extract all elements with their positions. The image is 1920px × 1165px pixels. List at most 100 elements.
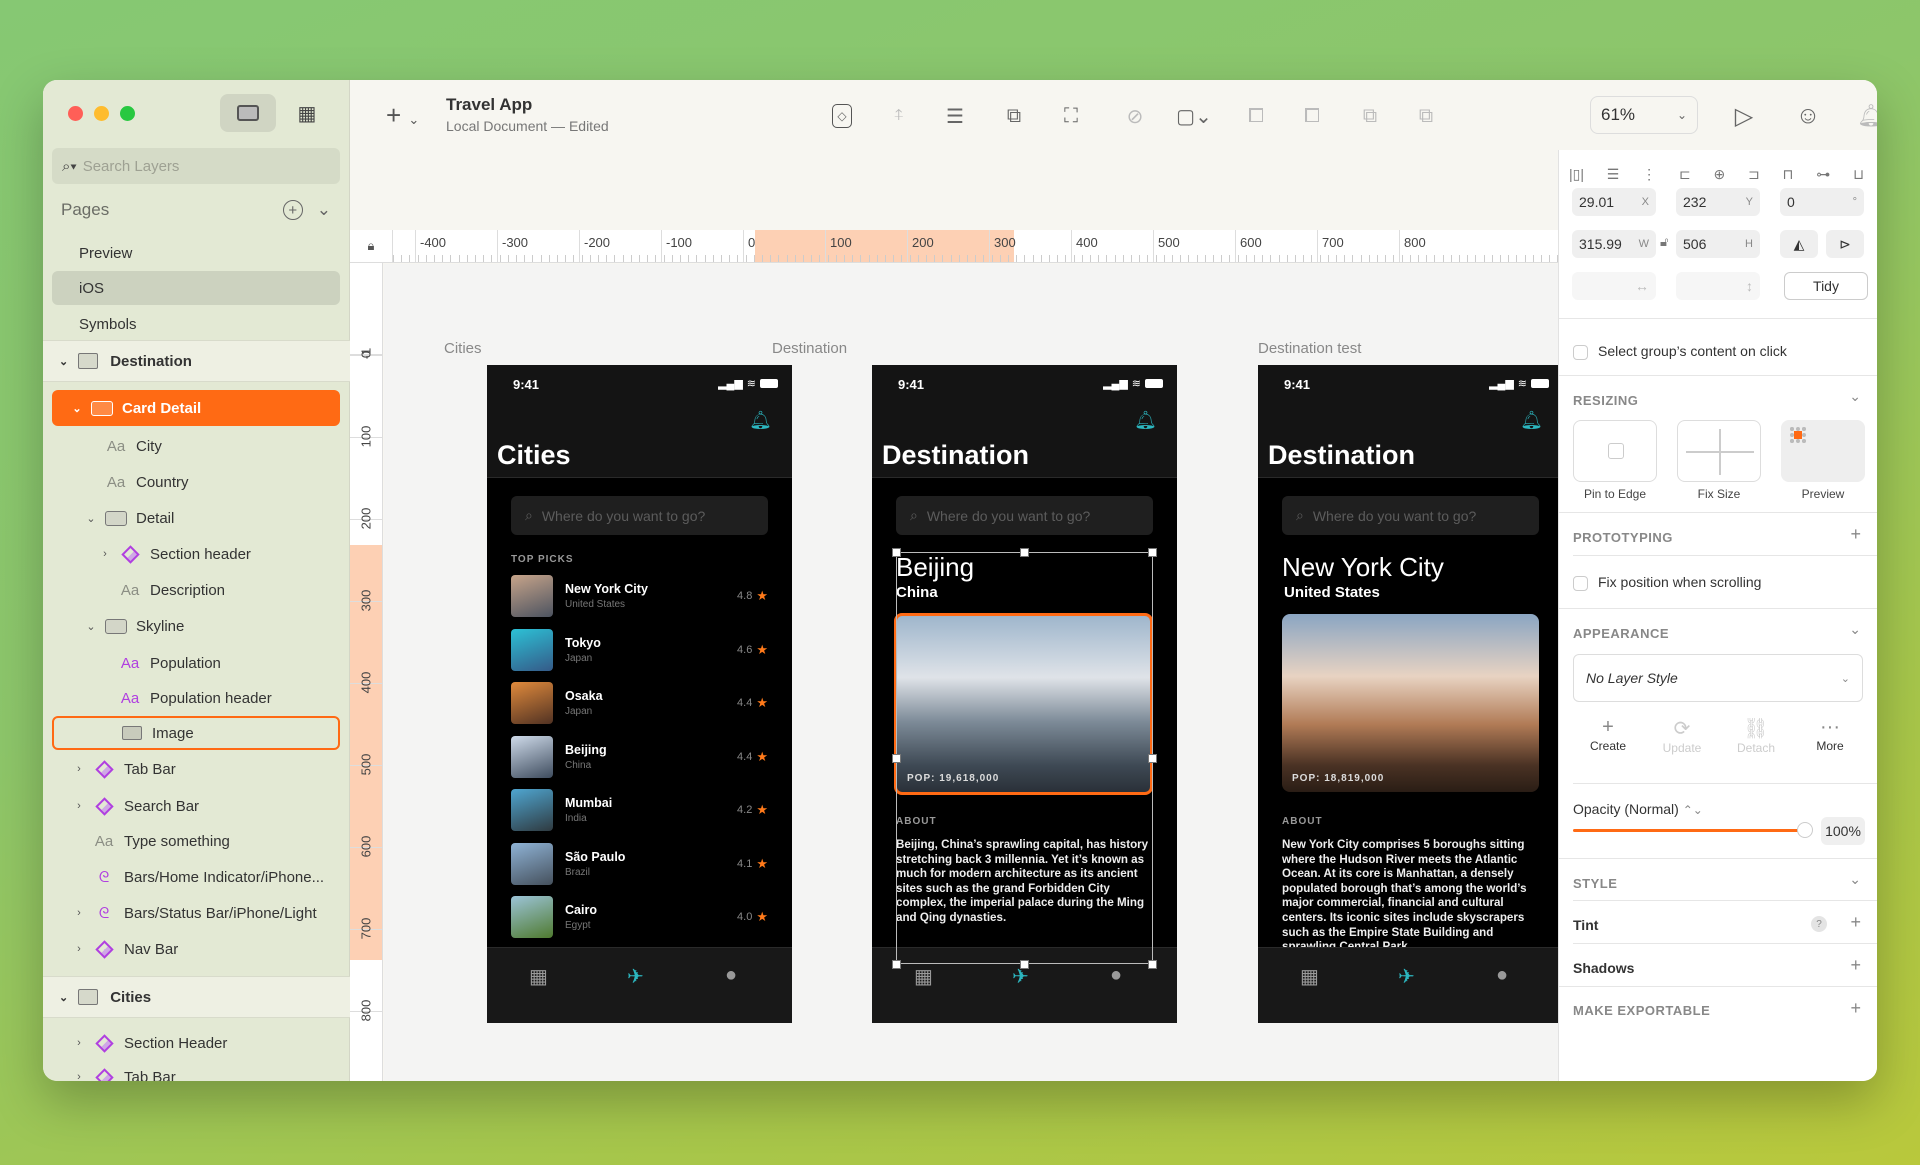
difference-button[interactable]: ⧉ bbox=[1412, 102, 1440, 130]
zoom-select[interactable]: 61% ⌄ bbox=[1590, 96, 1698, 134]
opacity-field[interactable]: 100% bbox=[1821, 817, 1865, 845]
layer-description[interactable]: Aa Description bbox=[52, 573, 340, 607]
align-bottom-icon[interactable]: ⊔ bbox=[1853, 166, 1864, 183]
scale-button[interactable]: ▢⌄ bbox=[1176, 102, 1212, 130]
fix-scroll-option[interactable]: Fix position when scrolling bbox=[1573, 574, 1761, 591]
more-style-button[interactable]: ··· More bbox=[1795, 716, 1865, 753]
subtract-button[interactable]: ⧠ bbox=[1298, 102, 1326, 130]
layer-population-header[interactable]: Aa Population header bbox=[52, 681, 340, 715]
layer-tab-bar[interactable]: › Tab Bar bbox=[52, 1060, 340, 1081]
artboard-label-cities[interactable]: Cities bbox=[444, 340, 482, 357]
layer-image[interactable]: Image bbox=[52, 716, 340, 750]
add-prototyping-button[interactable]: + bbox=[1850, 524, 1861, 545]
grid-view-button[interactable]: ▦ bbox=[279, 94, 335, 132]
layer-tab-bar[interactable]: › Tab Bar bbox=[52, 752, 340, 786]
chevron-down-icon[interactable]: ⌄ bbox=[84, 620, 98, 633]
resize-handle[interactable] bbox=[1148, 754, 1157, 763]
artboard-cities[interactable]: 9:41 ▂▄▆ ≋ 🔔︎ Cities ⌕ Where do you want t… bbox=[487, 365, 792, 1023]
resize-handle[interactable] bbox=[1020, 960, 1029, 969]
artboard-destination-test[interactable]: 9:41 ▂▄▆ ≋ 🔔︎ Destination ⌕ Where do you w… bbox=[1258, 365, 1563, 1023]
resize-handle[interactable] bbox=[1020, 548, 1029, 557]
chevron-right-icon[interactable]: › bbox=[72, 1037, 86, 1049]
layer-detail[interactable]: ⌄ Detail bbox=[52, 501, 340, 535]
artboard-label-destination[interactable]: Destination bbox=[772, 340, 847, 357]
resize-handle[interactable] bbox=[892, 548, 901, 557]
layer-card-detail[interactable]: ⌄ Card Detail bbox=[52, 390, 340, 426]
rotation-field[interactable]: 0 ° bbox=[1780, 188, 1864, 216]
distribute-vertical-icon[interactable]: ☰ bbox=[1607, 166, 1620, 183]
chevron-down-icon[interactable]: ⌄ bbox=[1849, 621, 1861, 638]
chevron-down-icon[interactable]: ⌄ bbox=[59, 991, 68, 1004]
layer-city[interactable]: Aa City bbox=[52, 429, 340, 463]
create-style-button[interactable]: + Create bbox=[1573, 716, 1643, 753]
ungroup-button[interactable]: ⛶ bbox=[1057, 102, 1085, 130]
page-preview[interactable]: Preview bbox=[52, 236, 340, 270]
vertical-ruler[interactable]: -10100200300400500600700800900 bbox=[350, 263, 383, 1081]
notifications-button[interactable]: 🔔︎ bbox=[1857, 102, 1877, 130]
detach-style-button[interactable]: ⛓ Detach bbox=[1721, 716, 1791, 755]
mask-button[interactable]: ⊘ bbox=[1121, 102, 1149, 130]
close-button[interactable] bbox=[68, 106, 83, 121]
chevron-down-icon[interactable]: ⌄ bbox=[317, 200, 331, 220]
resize-handle[interactable] bbox=[892, 754, 901, 763]
layer-style-select[interactable]: No Layer Style ⌄ bbox=[1573, 654, 1863, 702]
layer-population[interactable]: Aa Population bbox=[52, 646, 340, 680]
opacity-blend-select[interactable]: Opacity (Normal) ⌃⌄ bbox=[1573, 801, 1703, 817]
checkbox[interactable] bbox=[1573, 344, 1588, 360]
select-group-option[interactable]: Select group’s content on click bbox=[1573, 343, 1787, 360]
checkbox[interactable] bbox=[1573, 575, 1588, 591]
layer-search-bar[interactable]: › Search Bar bbox=[52, 789, 340, 823]
city-image[interactable]: POP: 18,819,000 bbox=[1282, 614, 1539, 792]
layer-nav-bar[interactable]: › Nav Bar bbox=[52, 932, 340, 966]
chevron-down-icon[interactable]: ⌄ bbox=[70, 402, 84, 415]
update-style-button[interactable]: ⟳ Update bbox=[1647, 716, 1717, 755]
resize-handle[interactable] bbox=[1148, 960, 1157, 969]
group-button[interactable]: ⧉ bbox=[1000, 102, 1028, 130]
chevron-right-icon[interactable]: › bbox=[72, 800, 86, 812]
layer-section-header[interactable]: › Section header bbox=[52, 537, 340, 571]
align-center-icon[interactable]: ⊕ bbox=[1713, 166, 1725, 183]
layer-status-bar[interactable]: › ᘓ Bars/Status Bar/iPhone/Light bbox=[52, 896, 340, 930]
forward-button[interactable]: ⍏ bbox=[885, 102, 913, 130]
chevron-right-icon[interactable]: › bbox=[72, 763, 86, 775]
artboard-label-destination-test[interactable]: Destination test bbox=[1258, 340, 1361, 357]
chevron-down-icon[interactable]: ⌄ bbox=[84, 512, 98, 525]
chevron-down-icon[interactable]: ⌄ bbox=[1849, 871, 1861, 888]
minimize-button[interactable] bbox=[94, 106, 109, 121]
width-field[interactable]: 315.99 W bbox=[1572, 230, 1656, 258]
x-field[interactable]: 29.01 X bbox=[1572, 188, 1656, 216]
add-tint-button[interactable]: + bbox=[1850, 912, 1861, 933]
flip-horizontal-button[interactable]: ◭ bbox=[1780, 230, 1818, 258]
align-middle-icon[interactable]: ⊶ bbox=[1816, 166, 1830, 183]
canvas[interactable]: Cities 9:41 ▂▄▆ ≋ 🔔︎ Cities ⌕ Where do you… bbox=[384, 264, 1601, 1081]
chevron-right-icon[interactable]: › bbox=[72, 1071, 86, 1081]
layer-artboard-cities[interactable]: ⌄ Cities bbox=[43, 976, 350, 1018]
canvas-view-button[interactable] bbox=[220, 94, 276, 132]
artboard-destination[interactable]: 9:41 ▂▄▆ ≋ 🔔︎ Destination ⌕ Where do you w… bbox=[872, 365, 1177, 1023]
height-field[interactable]: 506 H bbox=[1676, 230, 1760, 258]
add-page-icon[interactable]: + bbox=[282, 200, 303, 220]
align-left-icon[interactable]: ⊏ bbox=[1679, 166, 1691, 183]
align-button[interactable]: ☰ bbox=[941, 102, 969, 130]
chevron-right-icon[interactable]: › bbox=[72, 907, 86, 919]
chevron-right-icon[interactable]: › bbox=[98, 548, 112, 560]
align-top-icon[interactable]: ⊓ bbox=[1783, 166, 1794, 183]
add-shadow-button[interactable]: + bbox=[1850, 955, 1861, 976]
selection-bounds[interactable] bbox=[896, 552, 1153, 964]
layer-country[interactable]: Aa Country bbox=[52, 465, 340, 499]
create-symbol-button[interactable]: ◇ bbox=[828, 102, 856, 130]
chevron-down-icon[interactable]: ⌄ bbox=[1849, 388, 1861, 405]
fix-size-control[interactable] bbox=[1677, 420, 1761, 482]
page-ios[interactable]: iOS bbox=[52, 271, 340, 305]
layer-section-header[interactable]: › Section Header bbox=[52, 1026, 340, 1060]
layer-type-something[interactable]: Aa Type something bbox=[52, 824, 340, 858]
add-export-button[interactable]: + bbox=[1850, 998, 1861, 1019]
insert-button[interactable]: + ⌄ bbox=[386, 100, 419, 131]
ruler-lock[interactable]: 🔒︎ bbox=[350, 230, 393, 263]
layer-artboard-destination[interactable]: ⌄ Destination bbox=[43, 340, 350, 382]
pin-to-edge-control[interactable] bbox=[1573, 420, 1657, 482]
horizontal-spacing-field[interactable]: ↔ bbox=[1572, 272, 1656, 300]
opacity-slider-knob[interactable] bbox=[1797, 822, 1813, 838]
zoom-button[interactable] bbox=[120, 106, 135, 121]
chevron-down-icon[interactable]: ⌄ bbox=[59, 355, 68, 368]
